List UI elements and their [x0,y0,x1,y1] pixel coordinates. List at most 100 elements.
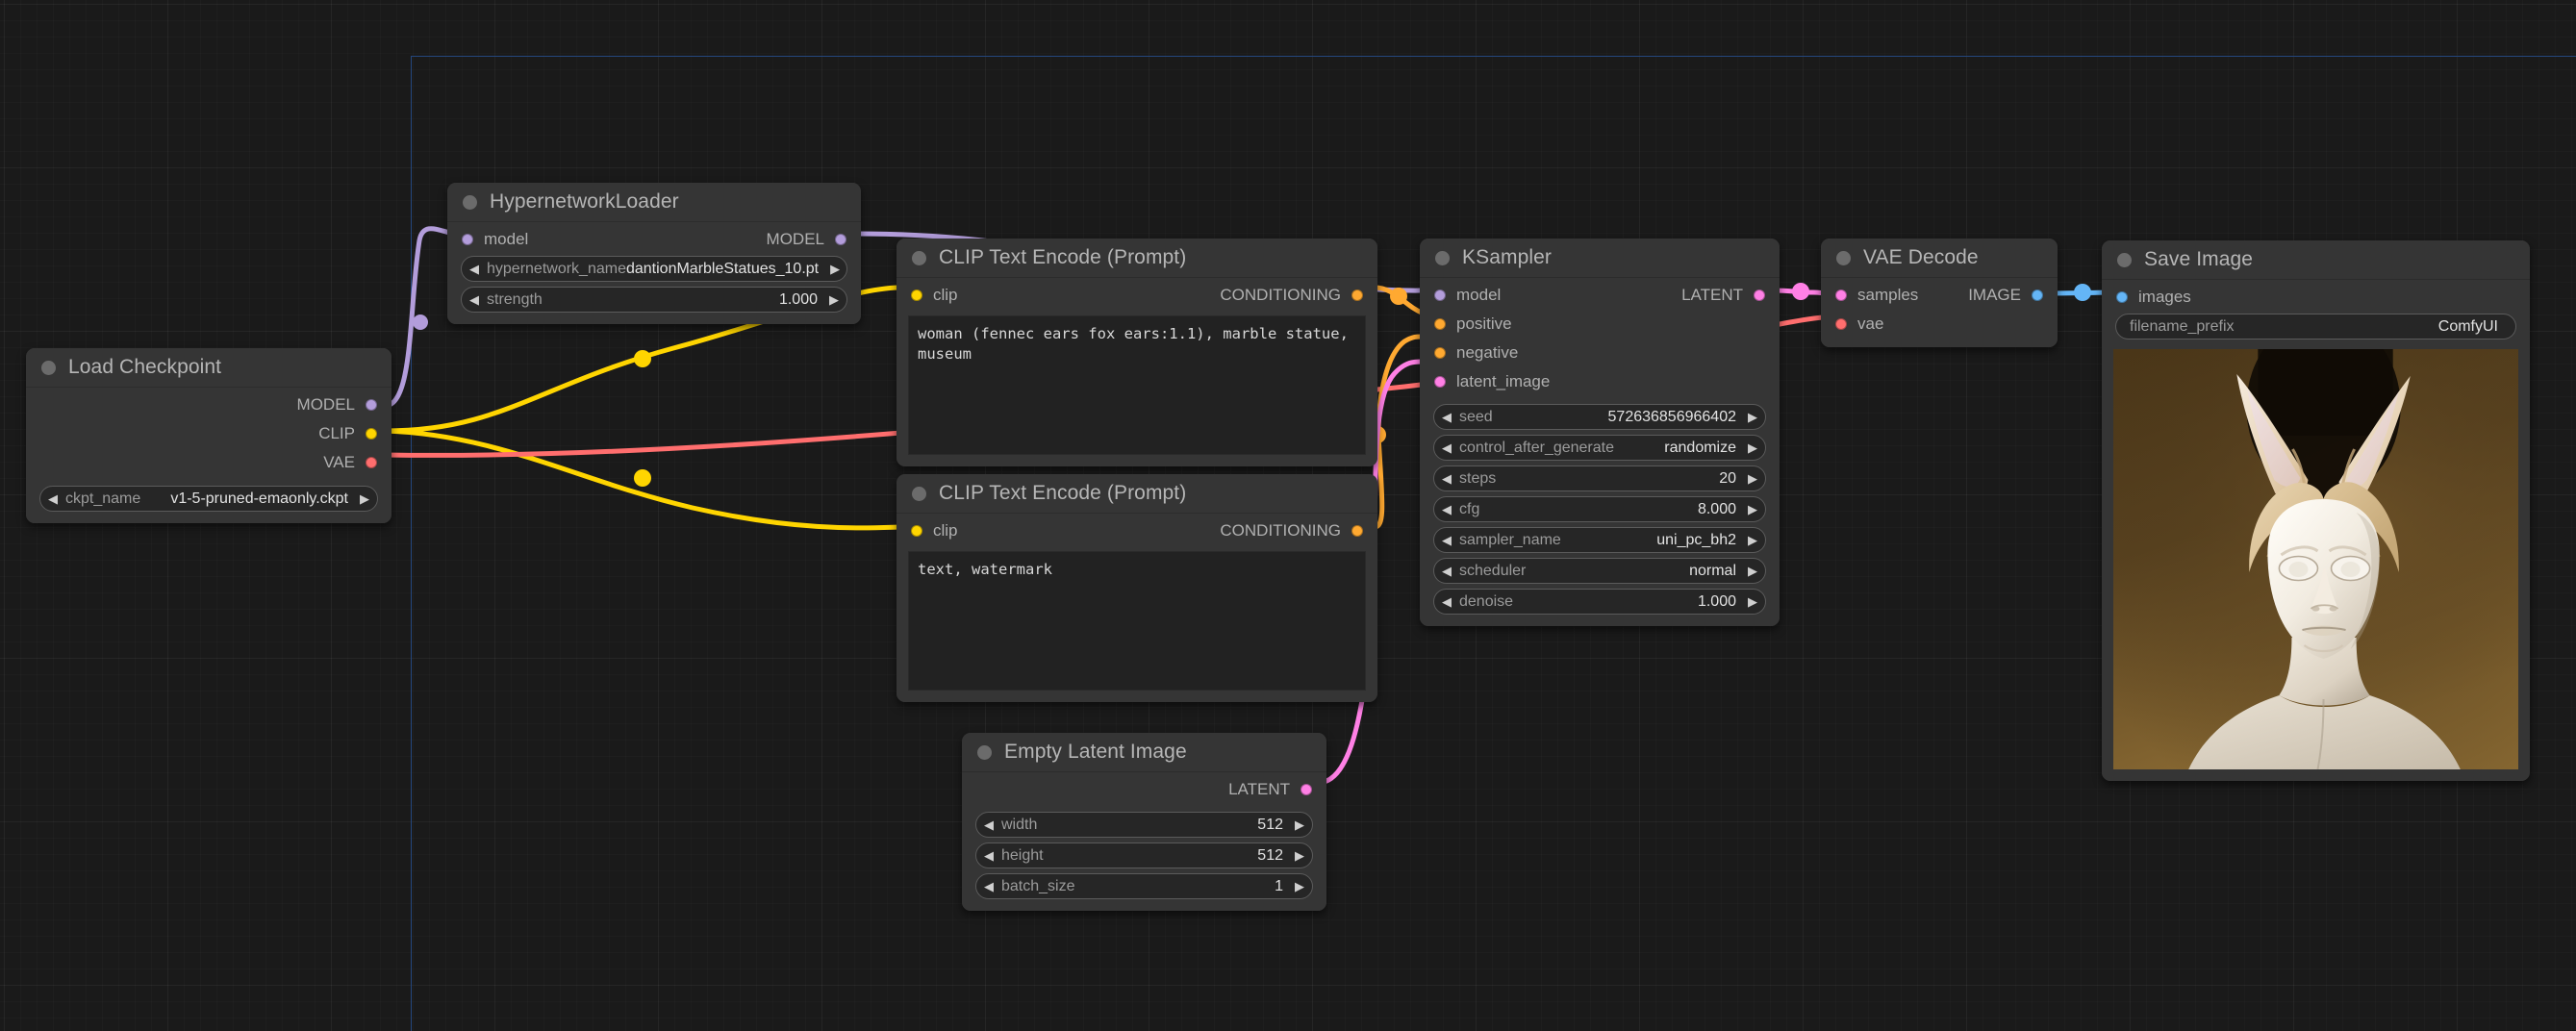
widget-filename-prefix[interactable]: filename_prefix ComfyUI [2115,314,2516,339]
node-title-bar[interactable]: Empty Latent Image [962,733,1326,772]
output-slot-vae[interactable]: VAE [323,451,377,474]
increment-arrow-icon[interactable]: ▶ [1740,534,1765,546]
widget-ckpt-name[interactable]: ◀ ckpt_name v1-5-pruned-emaonly.ckpt ▶ [39,486,378,512]
positive-input-dot-icon[interactable] [1434,318,1446,330]
output-slot-model[interactable]: MODEL [767,228,846,251]
negative-input-dot-icon[interactable] [1434,347,1446,359]
increment-arrow-icon[interactable]: ▶ [1287,818,1312,831]
collapse-dot-icon[interactable] [463,195,477,210]
widget-strength[interactable]: ◀ strength 1.000 ▶ [461,287,847,313]
decrement-arrow-icon[interactable]: ◀ [1434,411,1459,423]
widget-steps[interactable]: ◀ steps 20 ▶ [1433,465,1766,491]
widget-denoise[interactable]: ◀ denoise 1.000 ▶ [1433,589,1766,615]
widget-cfg[interactable]: ◀ cfg 8.000 ▶ [1433,496,1766,522]
collapse-dot-icon[interactable] [1836,251,1851,265]
increment-arrow-icon[interactable]: ▶ [1287,849,1312,862]
output-slot-clip[interactable]: CLIP [318,422,377,445]
output-slot-latent[interactable]: LATENT [1228,778,1312,801]
increment-arrow-icon[interactable]: ▶ [352,492,377,505]
node-title-bar[interactable]: Load Checkpoint [26,348,391,388]
input-slot-positive[interactable]: positive [1434,313,1512,336]
widget-height[interactable]: ◀ height 512 ▶ [975,842,1313,868]
node-clip-text-encode-positive[interactable]: CLIP Text Encode (Prompt) clip CONDITION… [897,239,1377,466]
node-title-bar[interactable]: CLIP Text Encode (Prompt) [897,474,1377,514]
node-empty-latent-image[interactable]: Empty Latent Image LATENT ◀ width 512 ▶ … [962,733,1326,911]
widget-batch-size[interactable]: ◀ batch_size 1 ▶ [975,873,1313,899]
input-slot-model[interactable]: model [462,228,528,251]
node-hypernetwork-loader[interactable]: HypernetworkLoader model MODEL ◀ hyperne… [447,183,861,324]
latent-output-dot-icon[interactable] [1301,784,1312,795]
node-title-bar[interactable]: HypernetworkLoader [447,183,861,222]
samples-input-dot-icon[interactable] [1835,289,1847,301]
collapse-dot-icon[interactable] [977,745,992,760]
clip-output-dot-icon[interactable] [366,428,377,440]
collapse-dot-icon[interactable] [912,251,926,265]
image-preview[interactable] [2113,349,2518,769]
node-clip-text-encode-negative[interactable]: CLIP Text Encode (Prompt) clip CONDITION… [897,474,1377,702]
decrement-arrow-icon[interactable]: ◀ [1434,595,1459,608]
output-slot-conditioning[interactable]: CONDITIONING [1220,519,1363,542]
increment-arrow-icon[interactable]: ▶ [1740,411,1765,423]
output-slot-model[interactable]: MODEL [297,393,377,416]
conditioning-output-dot-icon[interactable] [1351,525,1363,537]
input-slot-model[interactable]: model [1434,284,1501,307]
node-title-bar[interactable]: CLIP Text Encode (Prompt) [897,239,1377,278]
increment-arrow-icon[interactable]: ▶ [1287,880,1312,893]
widget-width[interactable]: ◀ width 512 ▶ [975,812,1313,838]
decrement-arrow-icon[interactable]: ◀ [1434,503,1459,516]
vae-input-dot-icon[interactable] [1835,318,1847,330]
vae-output-dot-icon[interactable] [366,457,377,468]
collapse-dot-icon[interactable] [912,487,926,501]
node-save-image[interactable]: Save Image images filename_prefix ComfyU… [2102,240,2530,781]
output-slot-conditioning[interactable]: CONDITIONING [1220,284,1363,307]
input-slot-clip[interactable]: clip [911,519,958,542]
node-title-bar[interactable]: Save Image [2102,240,2530,280]
decrement-arrow-icon[interactable]: ◀ [1434,534,1459,546]
decrement-arrow-icon[interactable]: ◀ [40,492,65,505]
input-slot-latent-image[interactable]: latent_image [1434,370,1550,393]
output-slot-image[interactable]: IMAGE [1968,284,2043,307]
node-title-bar[interactable]: VAE Decode [1821,239,2058,278]
decrement-arrow-icon[interactable]: ◀ [1434,472,1459,485]
node-title-bar[interactable]: KSampler [1420,239,1780,278]
model-output-dot-icon[interactable] [835,234,846,245]
widget-scheduler[interactable]: ◀ scheduler normal ▶ [1433,558,1766,584]
model-input-dot-icon[interactable] [1434,289,1446,301]
model-output-dot-icon[interactable] [366,399,377,411]
decrement-arrow-icon[interactable]: ◀ [462,293,487,306]
image-output-dot-icon[interactable] [2032,289,2043,301]
node-ksampler[interactable]: KSampler model LATENT positive [1420,239,1780,626]
increment-arrow-icon[interactable]: ▶ [1740,441,1765,454]
input-slot-samples[interactable]: samples [1835,284,1918,307]
prompt-textarea-positive[interactable]: woman (fennec ears fox ears:1.1), marble… [908,315,1366,455]
conditioning-output-dot-icon[interactable] [1351,289,1363,301]
node-vae-decode[interactable]: VAE Decode samples IMAGE vae [1821,239,2058,347]
collapse-dot-icon[interactable] [2117,253,2132,267]
node-load-checkpoint[interactable]: Load Checkpoint MODEL CLIP VAE [26,348,391,523]
widget-control-after-generate[interactable]: ◀ control_after_generate randomize ▶ [1433,435,1766,461]
increment-arrow-icon[interactable]: ▶ [821,293,846,306]
decrement-arrow-icon[interactable]: ◀ [1434,441,1459,454]
clip-input-dot-icon[interactable] [911,525,922,537]
input-slot-clip[interactable]: clip [911,284,958,307]
collapse-dot-icon[interactable] [1435,251,1450,265]
latent-image-input-dot-icon[interactable] [1434,376,1446,388]
model-input-dot-icon[interactable] [462,234,473,245]
increment-arrow-icon[interactable]: ▶ [822,263,847,275]
input-slot-vae[interactable]: vae [1835,313,1883,336]
increment-arrow-icon[interactable]: ▶ [1740,595,1765,608]
graph-canvas[interactable]: Load Checkpoint MODEL CLIP VAE [0,0,2576,1031]
input-slot-negative[interactable]: negative [1434,341,1518,365]
output-slot-latent[interactable]: LATENT [1681,284,1765,307]
widget-hypernetwork-name[interactable]: ◀ hypernetwork_name dantionMarbleStatues… [461,256,847,282]
prompt-textarea-negative[interactable]: text, watermark [908,551,1366,691]
decrement-arrow-icon[interactable]: ◀ [976,849,1001,862]
decrement-arrow-icon[interactable]: ◀ [976,818,1001,831]
increment-arrow-icon[interactable]: ▶ [1740,503,1765,516]
widget-seed[interactable]: ◀ seed 572636856966402 ▶ [1433,404,1766,430]
latent-output-dot-icon[interactable] [1754,289,1765,301]
decrement-arrow-icon[interactable]: ◀ [976,880,1001,893]
decrement-arrow-icon[interactable]: ◀ [462,263,487,275]
input-slot-images[interactable]: images [2116,286,2191,309]
increment-arrow-icon[interactable]: ▶ [1740,472,1765,485]
